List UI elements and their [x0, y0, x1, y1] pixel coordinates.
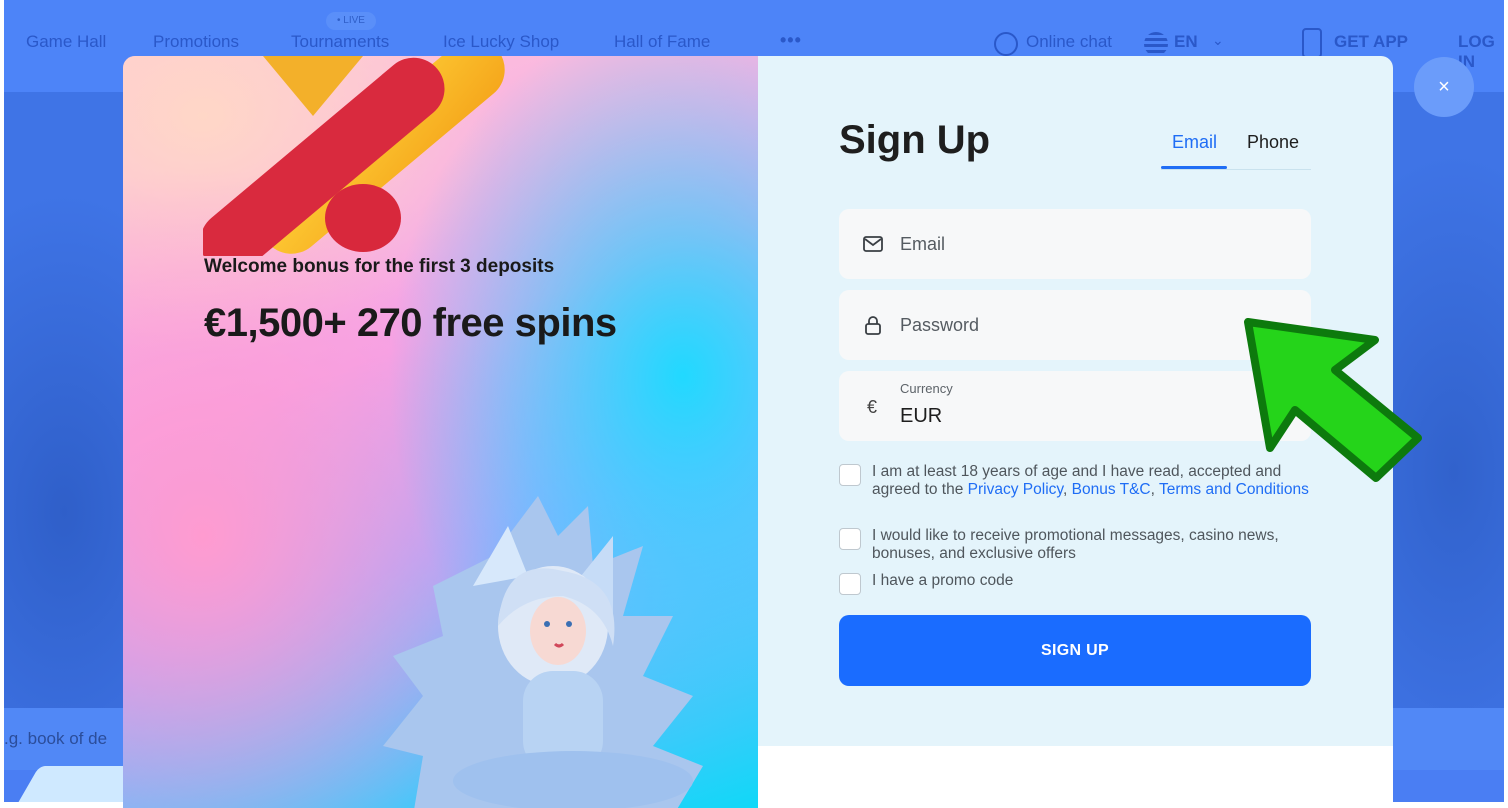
live-badge: • LIVE: [326, 12, 376, 30]
promo-code-checkbox[interactable]: [839, 573, 861, 595]
promo-messages-checkbox[interactable]: [839, 528, 861, 550]
form-panel-footer: [758, 746, 1393, 808]
envelope-icon: [863, 236, 883, 252]
nav-game-hall[interactable]: Game Hall: [26, 32, 106, 52]
nav-tournaments[interactable]: Tournaments: [291, 32, 389, 52]
ice-queen-illustration: [383, 496, 703, 808]
age-consent-checkbox[interactable]: [839, 464, 861, 486]
signup-modal: Welcome bonus for the first 3 deposits €…: [123, 56, 1393, 808]
promo-panel: Welcome bonus for the first 3 deposits €…: [123, 56, 758, 808]
signup-button[interactable]: SIGN UP: [839, 615, 1311, 686]
nav-more-icon[interactable]: •••: [780, 30, 802, 51]
promo-messages-text: I would like to receive promotional mess…: [872, 527, 1279, 562]
email-field-container[interactable]: [839, 209, 1311, 279]
close-button[interactable]: ×: [1414, 57, 1474, 117]
password-input[interactable]: [900, 290, 1290, 360]
search-placeholder: .g. book of de: [4, 729, 108, 748]
signup-method-tabs: Email Phone: [1161, 130, 1311, 170]
promo-code-text: I have a promo code: [872, 572, 1014, 589]
email-input[interactable]: [900, 209, 1290, 279]
get-app-button[interactable]: GET APP: [1334, 32, 1408, 52]
consent-separator: ,: [1063, 481, 1072, 498]
privacy-policy-link[interactable]: Privacy Policy: [968, 481, 1063, 498]
language-selector[interactable]: EN: [1174, 32, 1198, 52]
currency-value: EUR: [900, 405, 943, 427]
chevron-down-icon[interactable]: ⌄: [1212, 32, 1224, 49]
nav-online-chat[interactable]: Online chat: [1026, 32, 1112, 52]
lock-icon: [865, 316, 881, 335]
bonus-tc-link[interactable]: Bonus T&C: [1072, 481, 1151, 498]
bonus-title: €1,500+ 270 free spins: [204, 301, 617, 345]
consent-separator: ,: [1150, 481, 1159, 498]
flag-icon[interactable]: [1144, 32, 1168, 56]
nav-hall-of-fame[interactable]: Hall of Fame: [614, 32, 710, 52]
phone-icon[interactable]: [1302, 28, 1322, 58]
tab-phone[interactable]: Phone: [1247, 132, 1299, 153]
currency-label: Currency: [900, 381, 953, 396]
chat-icon[interactable]: [994, 32, 1018, 56]
tab-email[interactable]: Email: [1172, 132, 1217, 153]
green-arrow-icon: [1244, 318, 1422, 482]
euro-icon: €: [867, 397, 878, 417]
nav-promotions[interactable]: Promotions: [153, 32, 239, 52]
nav-ice-lucky-shop[interactable]: Ice Lucky Shop: [443, 32, 559, 52]
active-tab-indicator: [1161, 166, 1227, 169]
bonus-subtitle: Welcome bonus for the first 3 deposits: [204, 256, 555, 277]
form-title: Sign Up: [839, 118, 991, 162]
promo-logo-shapes: [203, 56, 505, 256]
